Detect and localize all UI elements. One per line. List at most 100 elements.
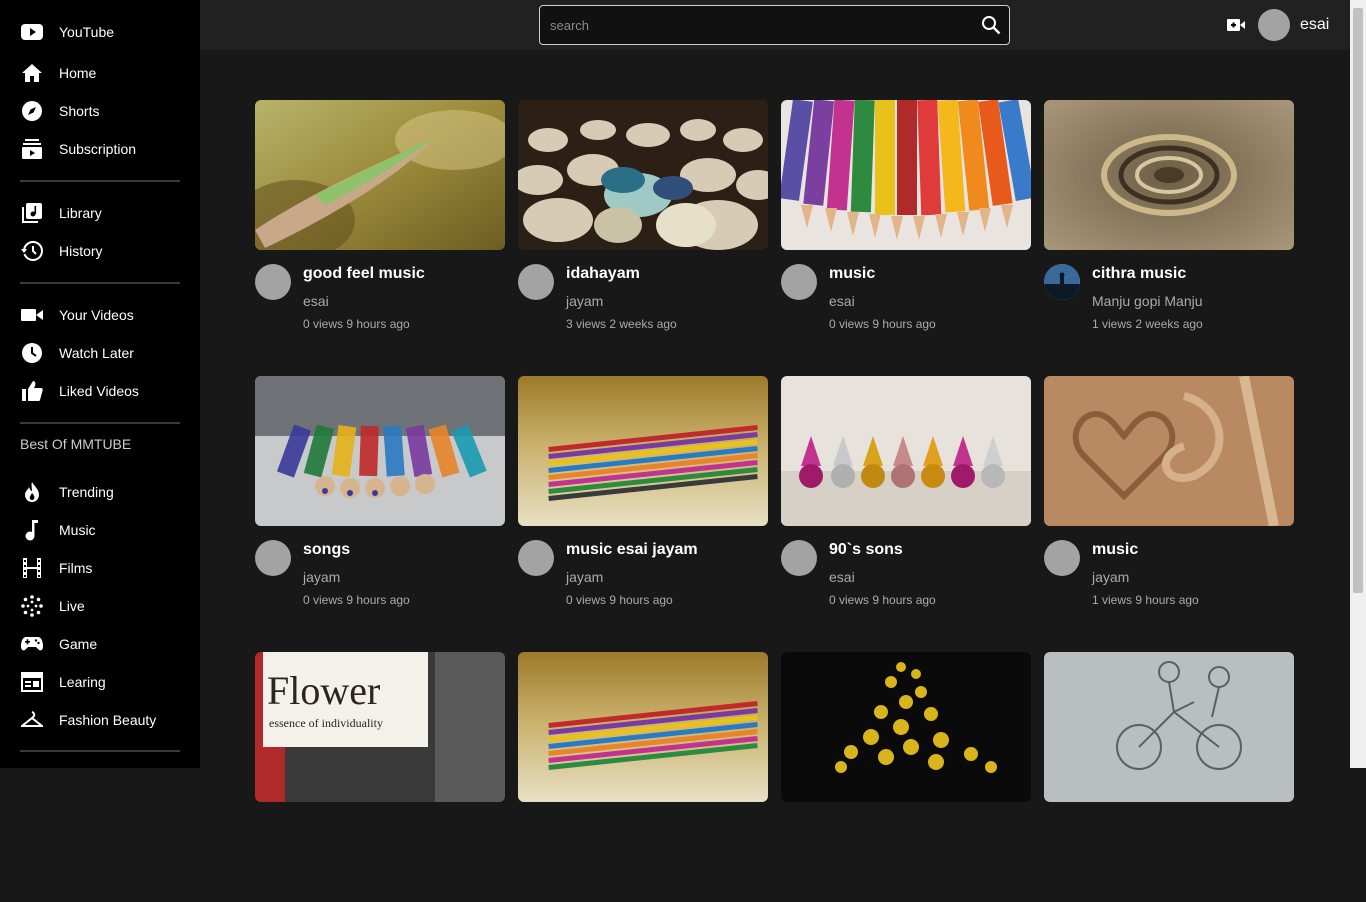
channel-avatar[interactable] [518, 264, 554, 300]
history-icon [20, 239, 44, 263]
sidebar: YouTube Home Shorts Subscription Library… [0, 0, 200, 768]
video-thumbnail[interactable] [1044, 100, 1294, 250]
username[interactable]: esai [1300, 16, 1329, 34]
sidebar-item-films[interactable]: Films [0, 551, 200, 585]
video-card[interactable]: 90`s sons esai 0 views 9 hours ago [781, 376, 1031, 626]
video-card[interactable]: good feel music esai 0 views 9 hours ago [255, 100, 505, 350]
video-card[interactable] [518, 652, 768, 902]
video-card[interactable]: music esai jayam jayam 0 views 9 hours a… [518, 376, 768, 626]
sidebar-brand[interactable]: YouTube [0, 15, 200, 49]
sidebar-item-subscription[interactable]: Subscription [0, 132, 200, 166]
channel-avatar[interactable] [518, 540, 554, 576]
sidebar-item-watch-later[interactable]: Watch Later [0, 336, 200, 370]
channel-avatar[interactable] [1044, 264, 1080, 300]
channel-name[interactable]: jayam [1092, 569, 1129, 585]
channel-name[interactable]: esai [303, 293, 329, 309]
live-icon [20, 594, 44, 618]
learning-icon [20, 670, 44, 694]
film-icon [20, 556, 44, 580]
video-thumbnail[interactable] [255, 376, 505, 526]
video-card[interactable]: cithra music Manju gopi Manju 1 views 2 … [1044, 100, 1294, 350]
video-card[interactable]: songs jayam 0 views 9 hours ago [255, 376, 505, 626]
video-title[interactable]: music esai jayam [566, 541, 698, 559]
video-thumbnail[interactable] [1044, 652, 1294, 802]
video-thumbnail[interactable] [781, 376, 1031, 526]
sidebar-divider [20, 180, 180, 182]
gamepad-icon [20, 632, 44, 656]
hanger-icon [20, 708, 44, 732]
video-title[interactable]: cithra music [1092, 265, 1186, 283]
sidebar-item-learing[interactable]: Learing [0, 665, 200, 699]
video-title[interactable]: good feel music [303, 265, 425, 283]
sidebar-item-trending[interactable]: Trending [0, 475, 200, 509]
video-title[interactable]: songs [303, 541, 350, 559]
sidebar-item-music[interactable]: Music [0, 513, 200, 547]
video-thumbnail[interactable] [255, 100, 505, 250]
video-card[interactable]: music jayam 1 views 9 hours ago [1044, 376, 1294, 626]
sidebar-section-title: Best Of MMTUBE [20, 436, 132, 452]
channel-name[interactable]: esai [829, 293, 855, 309]
video-card[interactable] [1044, 652, 1294, 902]
sidebar-divider [20, 282, 180, 284]
channel-name[interactable]: jayam [566, 569, 603, 585]
channel-avatar[interactable] [781, 540, 817, 576]
video-card[interactable]: music esai 0 views 9 hours ago [781, 100, 1031, 350]
page-scrollbar[interactable] [1350, 0, 1366, 768]
flower-title: Flower [267, 668, 380, 713]
channel-name[interactable]: jayam [303, 569, 340, 585]
channel-name[interactable]: Manju gopi Manju [1092, 293, 1203, 309]
sidebar-item-fashion-beauty[interactable]: Fashion Beauty [0, 703, 200, 737]
scrollbar-thumb[interactable] [1353, 8, 1363, 593]
video-thumbnail[interactable] [1044, 376, 1294, 526]
channel-avatar[interactable] [1044, 540, 1080, 576]
video-meta: 3 views 2 weeks ago [566, 317, 677, 331]
video-thumbnail[interactable] [781, 652, 1031, 802]
search-icon[interactable] [981, 15, 1001, 35]
sidebar-item-game[interactable]: Game [0, 627, 200, 661]
sidebar-item-label: Home [59, 65, 97, 81]
channel-avatar[interactable] [781, 264, 817, 300]
sidebar-item-label: Shorts [59, 103, 100, 119]
sidebar-divider [20, 750, 180, 752]
video-thumbnail[interactable] [781, 100, 1031, 250]
music-note-icon [20, 518, 44, 542]
video-meta: 1 views 9 hours ago [1092, 593, 1199, 607]
sidebar-item-history[interactable]: History [0, 234, 200, 268]
library-icon [20, 201, 44, 225]
channel-name[interactable]: jayam [566, 293, 603, 309]
channel-avatar[interactable] [255, 540, 291, 576]
brand-label: YouTube [59, 24, 115, 40]
video-meta: 0 views 9 hours ago [303, 317, 410, 331]
sidebar-item-live[interactable]: Live [0, 589, 200, 623]
video-thumbnail[interactable] [518, 100, 768, 250]
sidebar-item-library[interactable]: Library [0, 196, 200, 230]
channel-avatar[interactable] [255, 264, 291, 300]
video-thumbnail[interactable] [518, 652, 768, 802]
video-title[interactable]: idahayam [566, 265, 640, 283]
video-card[interactable]: Flower essence of individuality [255, 652, 505, 902]
fire-icon [20, 480, 44, 504]
upload-video-icon[interactable] [1227, 16, 1245, 34]
subscriptions-icon [20, 137, 44, 161]
sidebar-item-shorts[interactable]: Shorts [0, 94, 200, 128]
sidebar-item-home[interactable]: Home [0, 56, 200, 90]
video-title[interactable]: 90`s sons [829, 541, 903, 559]
video-title[interactable]: music [1092, 541, 1138, 559]
flower-tagline: essence of individuality [269, 716, 383, 730]
search-input[interactable] [550, 6, 970, 44]
video-card[interactable] [781, 652, 1031, 902]
video-title[interactable]: music [829, 265, 875, 283]
sidebar-item-your-videos[interactable]: Your Videos [0, 298, 200, 332]
sidebar-item-liked-videos[interactable]: Liked Videos [0, 374, 200, 408]
video-card[interactable]: idahayam jayam 3 views 2 weeks ago [518, 100, 768, 350]
channel-name[interactable]: esai [829, 569, 855, 585]
sidebar-item-label: Watch Later [59, 345, 134, 361]
video-thumbnail[interactable]: Flower essence of individuality [255, 652, 505, 802]
sidebar-item-label: Liked Videos [59, 383, 139, 399]
sidebar-item-label: Fashion Beauty [59, 712, 157, 728]
user-avatar[interactable] [1258, 9, 1290, 41]
video-thumbnail[interactable] [518, 376, 768, 526]
sidebar-item-label: Films [59, 560, 93, 576]
sidebar-item-label: History [59, 243, 103, 259]
sidebar-item-label: Your Videos [59, 307, 134, 323]
